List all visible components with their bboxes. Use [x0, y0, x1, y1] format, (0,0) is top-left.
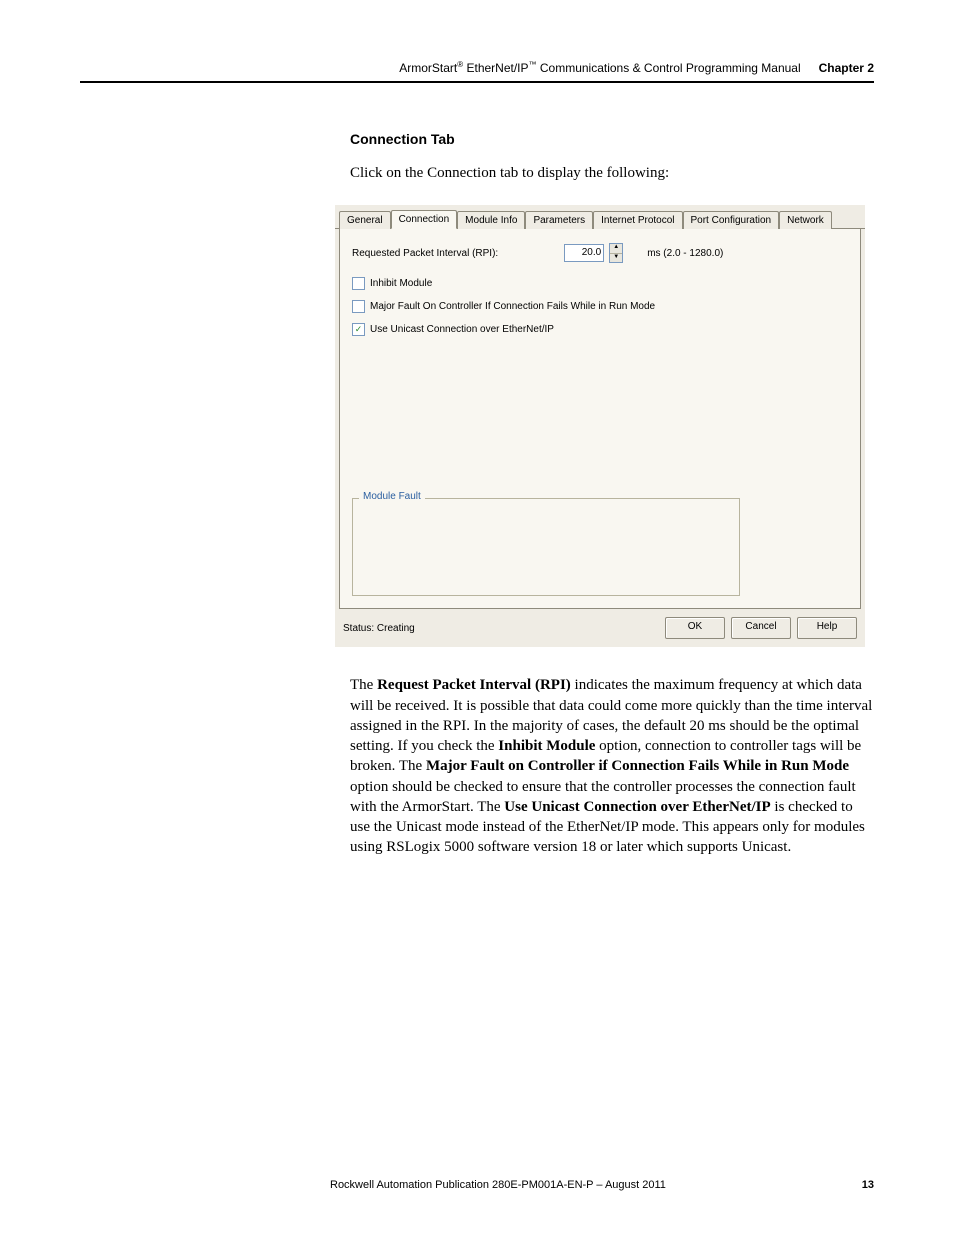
tab-internet-protocol[interactable]: Internet Protocol — [593, 211, 682, 229]
tab-general[interactable]: General — [339, 211, 391, 229]
tab-network[interactable]: Network — [779, 211, 832, 229]
major-fault-label: Major Fault On Controller If Connection … — [370, 301, 655, 312]
spin-down-icon[interactable]: ▼ — [610, 254, 622, 263]
module-fault-group: Module Fault — [352, 498, 740, 596]
page-number: 13 — [824, 1179, 874, 1191]
status-label: Status: Creating — [343, 623, 659, 634]
ok-button[interactable]: OK — [665, 617, 725, 639]
rpi-range: ms (2.0 - 1280.0) — [647, 248, 723, 259]
title-suffix: Communications & Control Programming Man… — [537, 61, 801, 75]
page-header: ArmorStart® EtherNet/IP™ Communications … — [80, 60, 874, 83]
major-fault-row: Major Fault On Controller If Connection … — [352, 300, 848, 313]
inhibit-label: Inhibit Module — [370, 278, 432, 289]
tab-parameters[interactable]: Parameters — [525, 211, 593, 229]
tab-strip: General Connection Module Info Parameter… — [335, 205, 865, 229]
manual-title: ArmorStart® EtherNet/IP™ Communications … — [399, 60, 800, 75]
body-b3: Major Fault on Controller if Connection … — [426, 758, 849, 774]
cancel-button[interactable]: Cancel — [731, 617, 791, 639]
body-t1: The — [350, 677, 377, 693]
connection-dialog: General Connection Module Info Parameter… — [335, 205, 865, 647]
title-prefix: ArmorStart — [399, 61, 457, 75]
rpi-input[interactable]: 20.0 — [564, 244, 604, 262]
tab-body: Requested Packet Interval (RPI): 20.0 ▲ … — [339, 229, 861, 609]
inhibit-row: Inhibit Module — [352, 277, 848, 290]
inhibit-checkbox[interactable] — [352, 277, 365, 290]
rpi-spinner[interactable]: ▲ ▼ — [609, 243, 623, 263]
status-row: Status: Creating OK Cancel Help — [335, 609, 865, 639]
rpi-row: Requested Packet Interval (RPI): 20.0 ▲ … — [352, 243, 848, 263]
body-b4: Use Unicast Connection over EtherNet/IP — [504, 799, 770, 815]
intro-text: Click on the Connection tab to display t… — [350, 163, 880, 183]
footer-spacer — [80, 1179, 330, 1191]
spin-up-icon[interactable]: ▲ — [610, 244, 622, 254]
publication-info: Rockwell Automation Publication 280E-PM0… — [330, 1179, 824, 1191]
chapter-label: Chapter 2 — [819, 61, 874, 75]
section-heading: Connection Tab — [350, 131, 880, 147]
body-b1: Request Packet Interval (RPI) — [377, 677, 571, 693]
unicast-label: Use Unicast Connection over EtherNet/IP — [370, 324, 554, 335]
tab-module-info[interactable]: Module Info — [457, 211, 525, 229]
tab-port-configuration[interactable]: Port Configuration — [683, 211, 780, 229]
help-button[interactable]: Help — [797, 617, 857, 639]
unicast-row: ✓ Use Unicast Connection over EtherNet/I… — [352, 323, 848, 336]
body-b2: Inhibit Module — [498, 738, 595, 754]
major-fault-checkbox[interactable] — [352, 300, 365, 313]
unicast-checkbox[interactable]: ✓ — [352, 323, 365, 336]
tab-connection[interactable]: Connection — [391, 210, 458, 229]
module-fault-legend: Module Fault — [359, 491, 425, 502]
page-footer: Rockwell Automation Publication 280E-PM0… — [80, 1179, 874, 1195]
title-mid: EtherNet/IP — [463, 61, 528, 75]
body-paragraph: The Request Packet Interval (RPI) indica… — [350, 675, 874, 857]
tm-sup: ™ — [529, 60, 537, 69]
rpi-label: Requested Packet Interval (RPI): — [352, 248, 498, 259]
